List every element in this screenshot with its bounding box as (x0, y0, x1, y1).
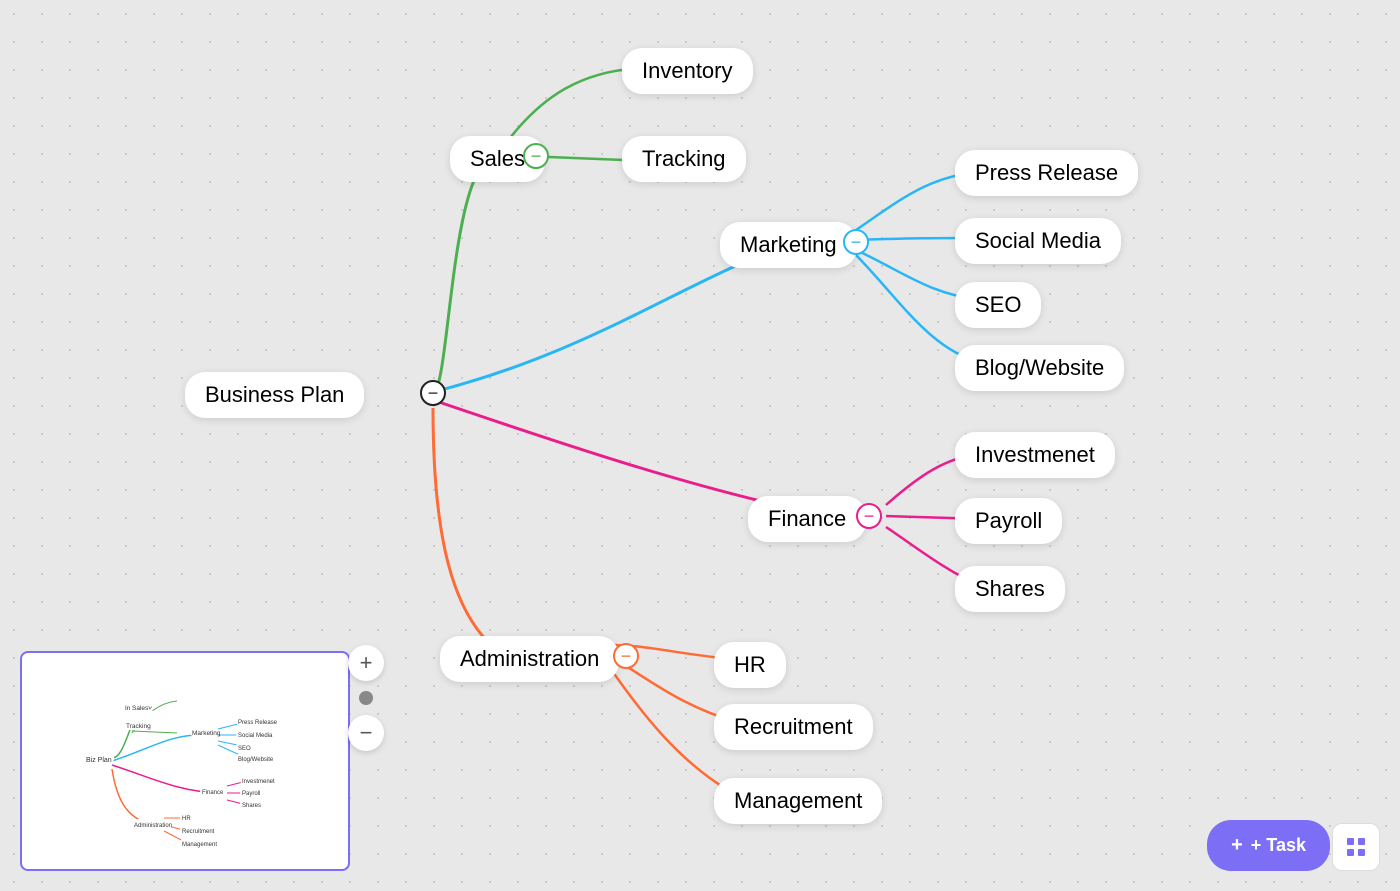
social-media-node[interactable]: Social Media (955, 218, 1121, 264)
blog-website-node[interactable]: Blog/Website (955, 345, 1124, 391)
svg-text:Recruitment: Recruitment (182, 829, 215, 835)
minimap-svg: Biz Plan Inventory Tracking Sales Market… (22, 653, 350, 871)
finance-collapse[interactable]: − (856, 503, 882, 529)
minimap[interactable]: Biz Plan Inventory Tracking Sales Market… (20, 651, 350, 871)
grid-view-button[interactable] (1332, 823, 1380, 871)
zoom-out-button[interactable]: − (348, 715, 384, 751)
svg-text:Administration: Administration (134, 823, 172, 829)
tracking-node[interactable]: Tracking (622, 136, 746, 182)
svg-text:SEO: SEO (238, 746, 251, 752)
seo-node[interactable]: SEO (955, 282, 1041, 328)
sales-collapse[interactable]: − (523, 143, 549, 169)
shares-node[interactable]: Shares (955, 566, 1065, 612)
svg-text:Management: Management (182, 842, 217, 848)
hr-node[interactable]: HR (714, 642, 786, 688)
grid-icon (1344, 835, 1368, 859)
svg-text:Social Media: Social Media (238, 733, 273, 739)
svg-text:Blog/Website: Blog/Website (238, 757, 274, 763)
svg-text:Press Release: Press Release (238, 720, 278, 726)
svg-text:Sales: Sales (132, 705, 149, 712)
finance-node[interactable]: Finance (748, 496, 866, 542)
management-node[interactable]: Management (714, 778, 882, 824)
business-plan-collapse[interactable]: − (420, 380, 446, 406)
marketing-collapse[interactable]: − (843, 229, 869, 255)
task-plus-icon: + (1231, 834, 1243, 857)
svg-text:Finance: Finance (202, 790, 224, 796)
payroll-node[interactable]: Payroll (955, 498, 1062, 544)
administration-node[interactable]: Administration (440, 636, 619, 682)
svg-text:Biz Plan: Biz Plan (86, 757, 112, 764)
svg-text:Marketing: Marketing (192, 730, 221, 737)
marketing-node[interactable]: Marketing (720, 222, 857, 268)
svg-text:Shares: Shares (242, 803, 261, 809)
administration-collapse[interactable]: − (613, 643, 639, 669)
zoom-in-button[interactable]: + (348, 645, 384, 681)
add-task-button[interactable]: + + Task (1207, 820, 1330, 871)
svg-text:Payroll: Payroll (242, 791, 260, 797)
zoom-indicator (359, 691, 373, 705)
svg-text:Tracking: Tracking (126, 723, 151, 730)
recruitment-node[interactable]: Recruitment (714, 704, 873, 750)
zoom-controls: + − (348, 645, 384, 751)
svg-text:HR: HR (182, 816, 191, 822)
inventory-node[interactable]: Inventory (622, 48, 753, 94)
task-button-label: + Task (1251, 835, 1306, 856)
svg-text:Investmenet: Investmenet (242, 779, 275, 785)
business-plan-node[interactable]: Business Plan (185, 372, 364, 418)
press-release-node[interactable]: Press Release (955, 150, 1138, 196)
investmenet-node[interactable]: Investmenet (955, 432, 1115, 478)
